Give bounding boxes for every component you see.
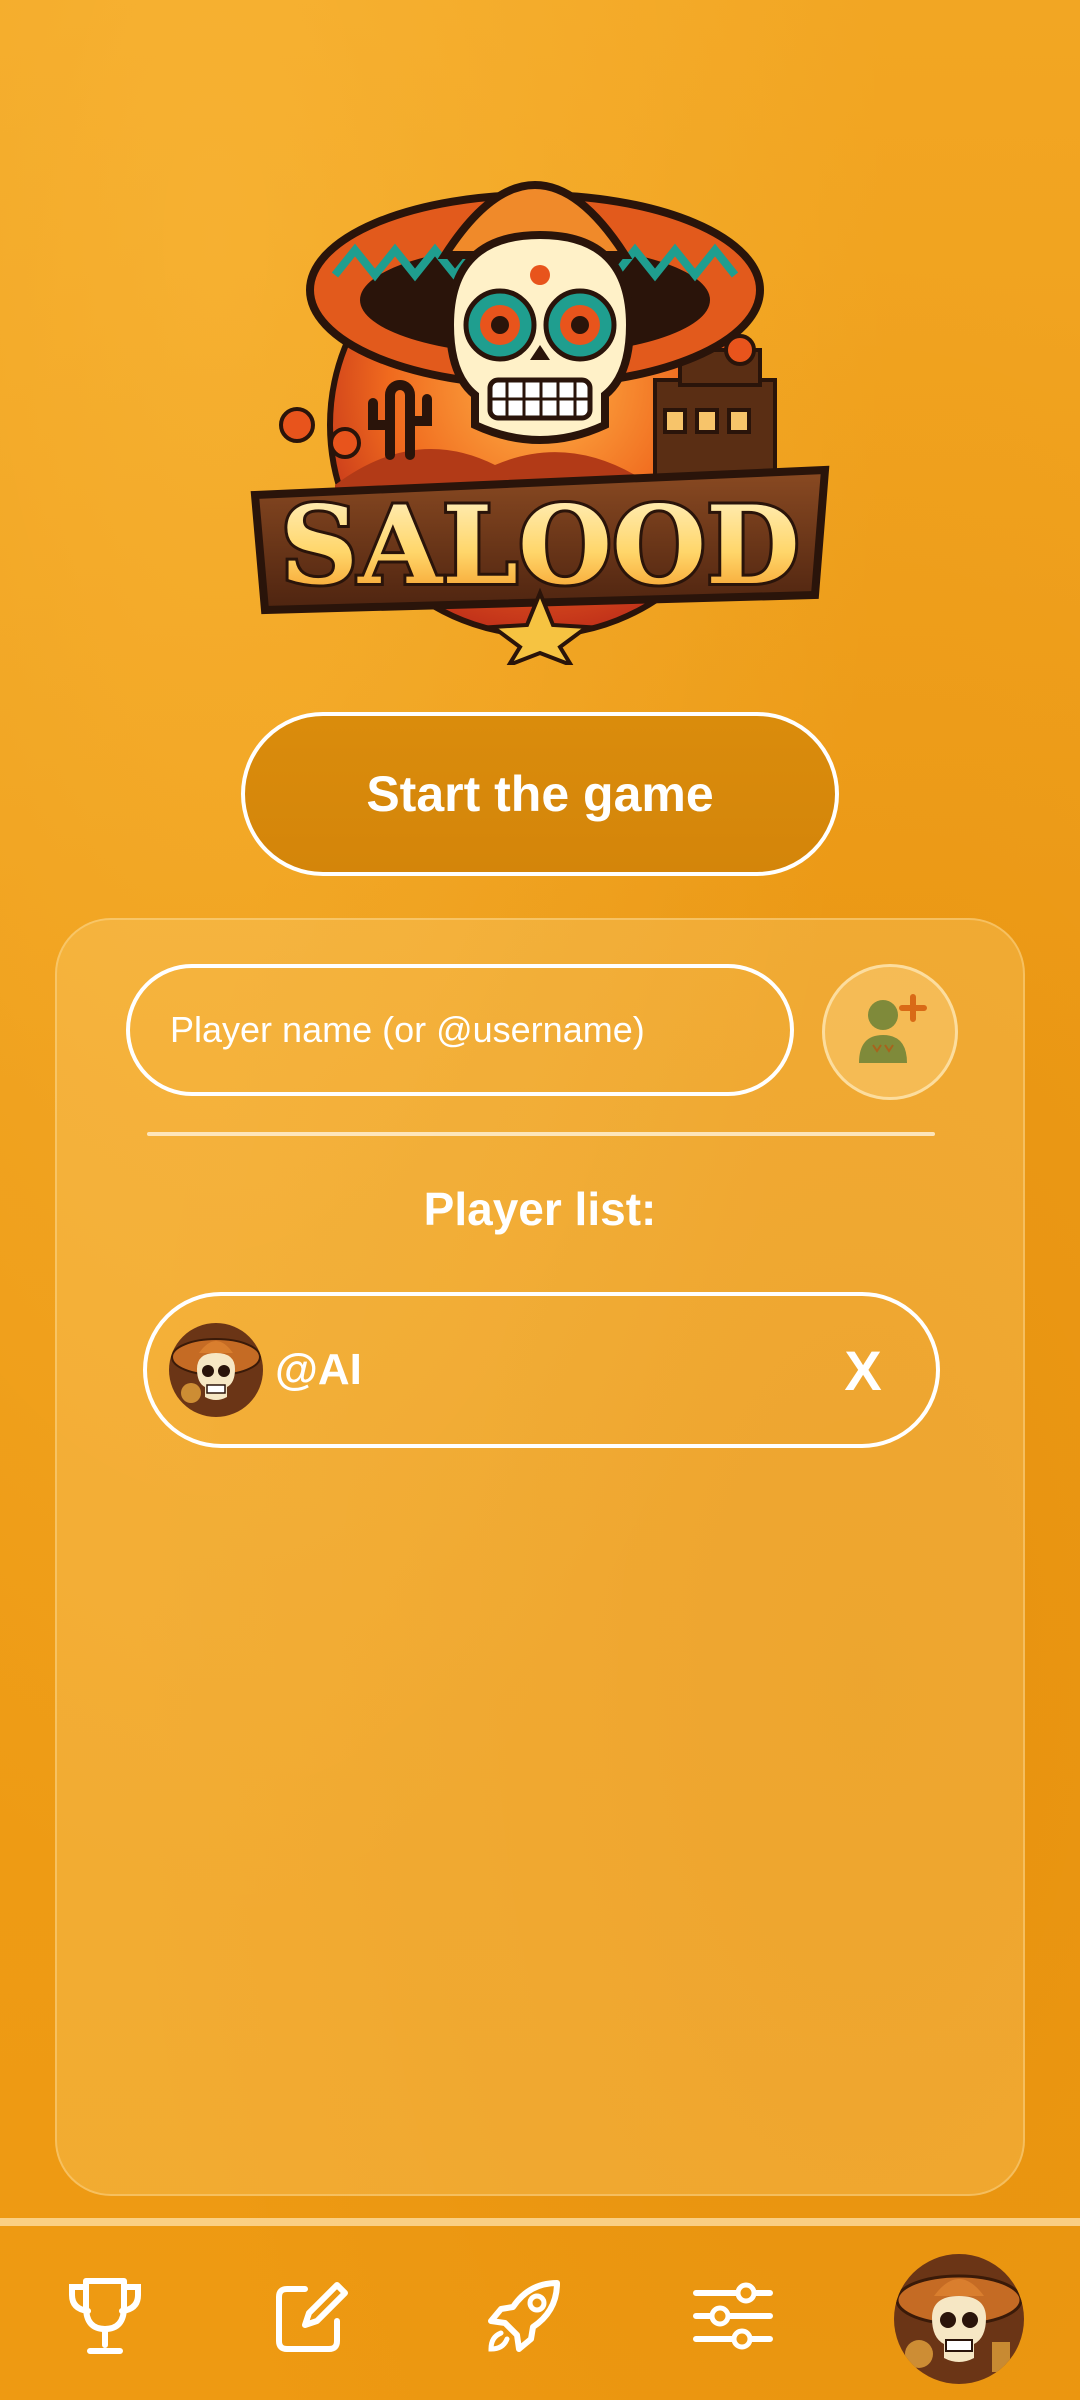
player-name-input[interactable] <box>126 964 794 1096</box>
player-list-item: @AI X <box>143 1292 940 1448</box>
player-name: @AI <box>275 1345 362 1394</box>
player-avatar <box>169 1323 263 1417</box>
remove-player-button[interactable]: X <box>828 1335 898 1405</box>
start-game-button[interactable]: Start the game <box>241 712 839 876</box>
sliders-icon <box>693 2282 773 2350</box>
rocket-icon <box>488 2280 560 2352</box>
divider <box>147 1132 935 1136</box>
players-panel: Player list: @AI X <box>55 918 1025 2196</box>
app-logo: SALOOD <box>235 125 845 665</box>
nav-edit[interactable] <box>260 2266 360 2366</box>
nav-divider <box>0 2218 1080 2226</box>
nav-play[interactable] <box>474 2266 574 2366</box>
add-player-button[interactable] <box>822 964 958 1100</box>
nav-settings[interactable] <box>683 2266 783 2366</box>
player-list-title: Player list: <box>423 1183 657 1235</box>
trophy-icon <box>69 2278 141 2354</box>
nav-leaderboard[interactable] <box>55 2266 155 2366</box>
bottom-nav <box>0 2226 1080 2400</box>
edit-icon <box>276 2282 348 2352</box>
add-person-icon <box>859 994 927 1063</box>
profile-avatar[interactable] <box>894 2254 1024 2384</box>
